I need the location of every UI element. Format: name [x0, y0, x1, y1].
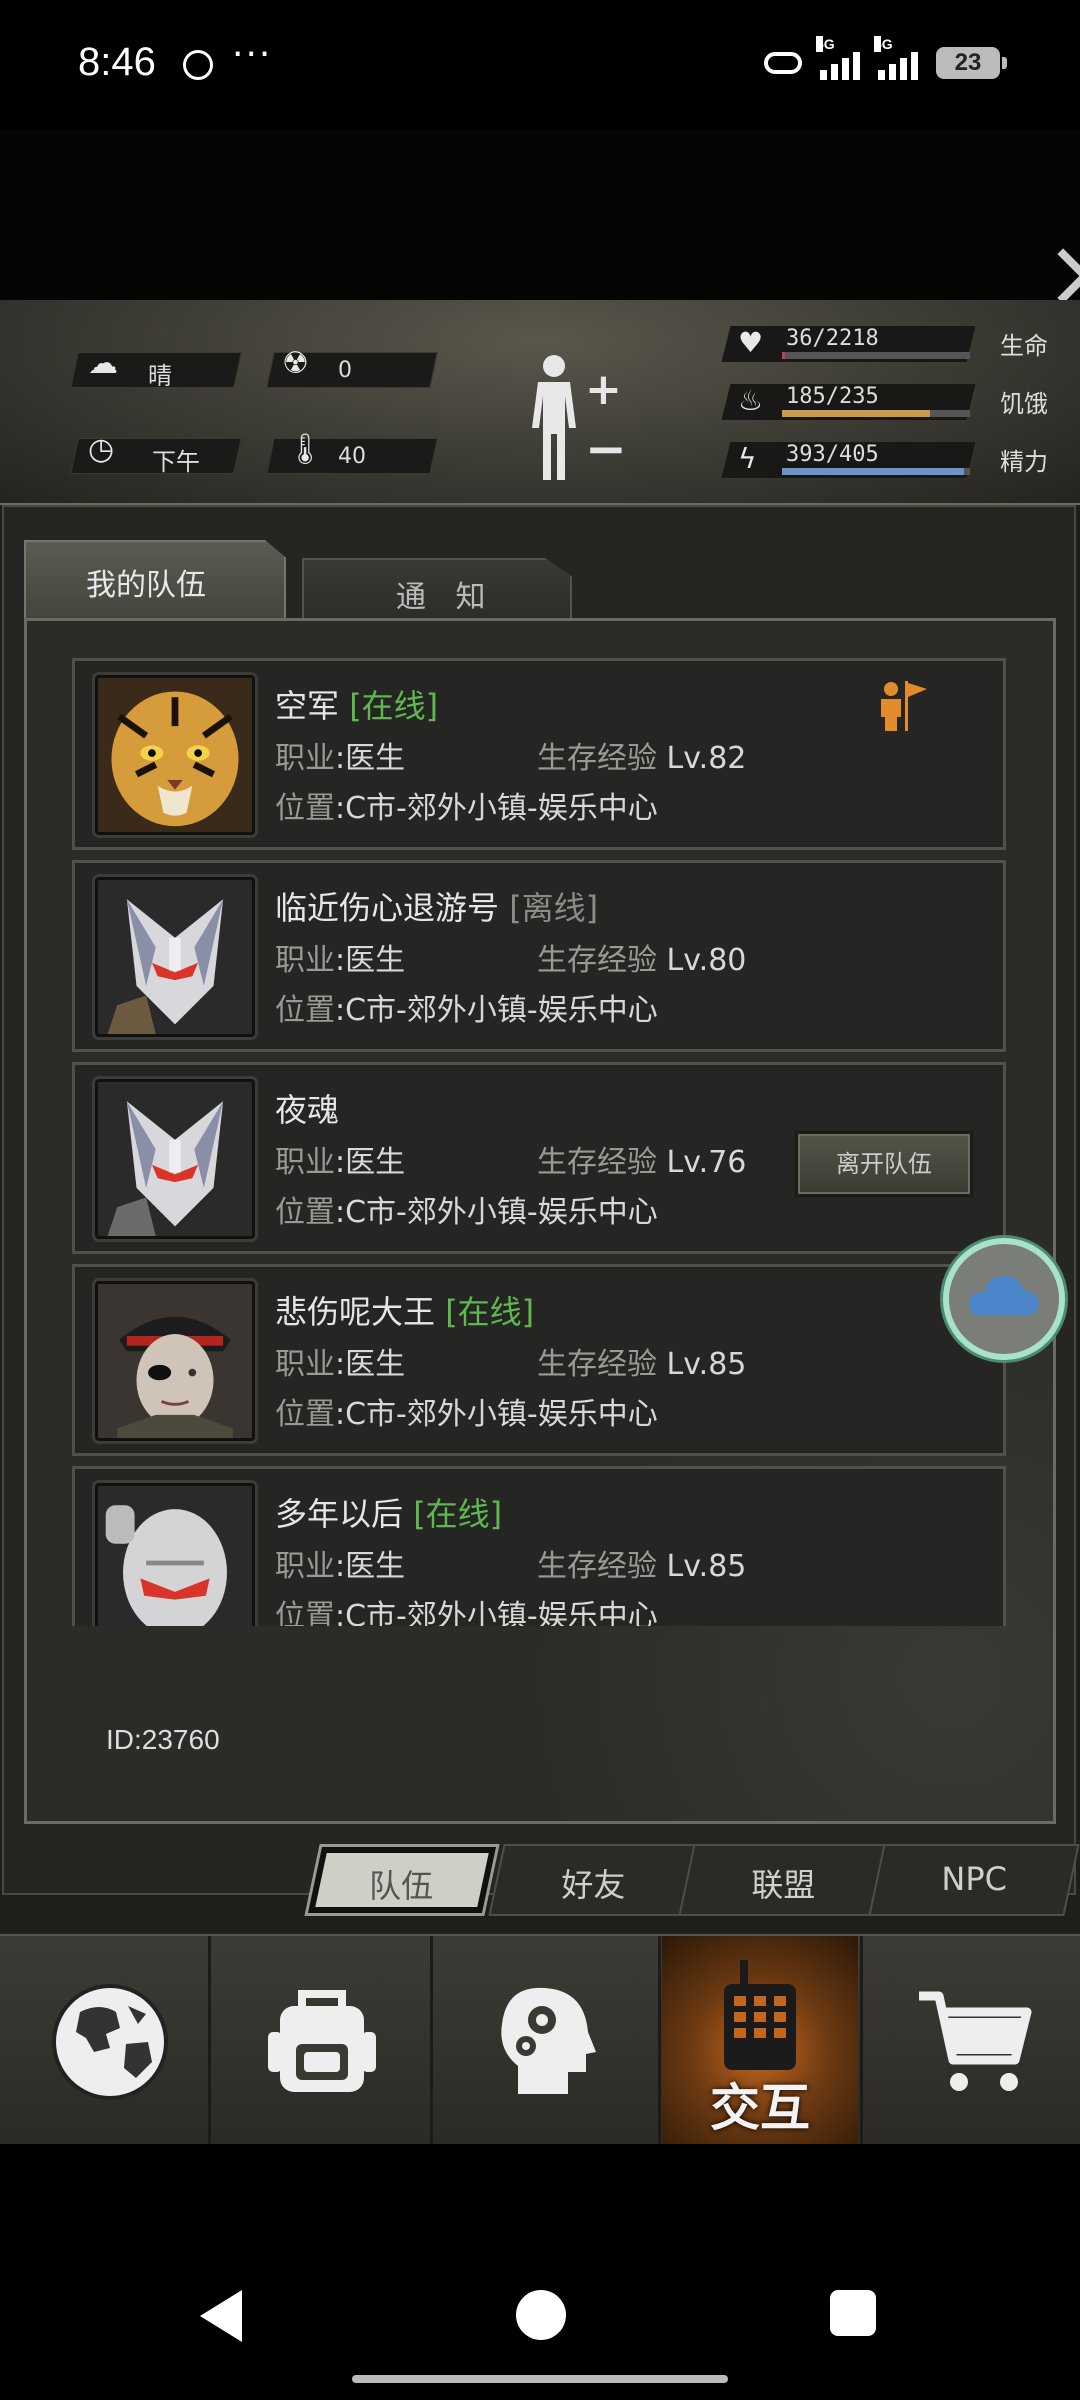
radiation-icon: ☢	[282, 346, 309, 381]
time-of-day-value: 下午	[152, 448, 200, 476]
signal-icon-1: 5G	[816, 36, 860, 80]
battery-icon: 23	[936, 47, 1007, 79]
member-location: 位置:C市-郊外小镇-娱乐中心	[275, 993, 658, 1028]
member-name: 多年以后 [在线]	[275, 1495, 503, 1533]
social-subtabs: 队伍 好友 联盟 NPC	[300, 1844, 1080, 1918]
status-bar: 8:46 ··· 5G 5G 23	[0, 0, 1080, 130]
member-exp: 生存经验 Lv.76	[537, 1145, 747, 1180]
nav-shop[interactable]	[880, 1936, 1076, 2146]
leave-team-button[interactable]: 离开队伍	[795, 1131, 973, 1197]
team-member-row[interactable]: 悲伤呢大王 [在线] 职业:医生 生存经验 Lv.85 位置:C市-郊外小镇-娱…	[72, 1264, 1006, 1456]
member-exp: 生存经验 Lv.85	[537, 1347, 747, 1382]
member-name: 空军 [在线]	[275, 687, 439, 725]
member-exp: 生存经验 Lv.82	[537, 741, 747, 776]
globe-icon	[52, 1984, 168, 2100]
avatar	[95, 1079, 255, 1239]
signal-icon-2: 5G	[874, 36, 918, 80]
thermometer-icon: 🌡︎	[286, 432, 325, 467]
team-member-row[interactable]: 夜魂 职业:医生 生存经验 Lv.76 位置:C市-郊外小镇-娱乐中心 离开队伍	[72, 1062, 1006, 1254]
member-name: 夜魂	[275, 1091, 340, 1129]
game-top-area	[0, 130, 1080, 300]
plus-icon: +	[585, 364, 622, 415]
link-icon	[764, 52, 802, 74]
member-job: 职业:医生	[275, 943, 406, 978]
home-icon[interactable]	[516, 2290, 566, 2340]
member-job: 职业:医生	[275, 1145, 406, 1180]
member-job: 职业:医生	[275, 1549, 406, 1584]
member-job: 职业:医生	[275, 1347, 406, 1382]
tab-my-team[interactable]: 我的队伍	[24, 540, 286, 620]
energy-stat: ϟ 393/405 精力	[720, 438, 1060, 484]
brain-energy-icon: ϟ	[738, 442, 757, 475]
clock-icon: ◷	[88, 432, 115, 467]
team-member-row[interactable]: 多年以后 [在线] 职业:医生 生存经验 Lv.85 位置:C市-郊外小镇-娱乐…	[72, 1466, 1006, 1626]
member-exp: 生存经验 Lv.85	[537, 1549, 747, 1584]
cloud-icon	[969, 1276, 1039, 1316]
stomach-icon: ♨	[738, 384, 764, 417]
system-nav-bar	[0, 2144, 1080, 2400]
bottom-nav: 交互	[0, 1934, 1080, 2146]
backpack-icon	[268, 1990, 376, 2092]
nav-skills[interactable]	[444, 1936, 640, 2146]
status-indicators: 5G 5G 23	[764, 36, 1007, 80]
member-name: 悲伤呢大王 [在线]	[275, 1293, 535, 1331]
radio-icon	[724, 1960, 796, 2070]
cart-icon	[919, 1991, 1032, 2091]
notification-icon	[183, 50, 213, 80]
member-status: [离线]	[509, 889, 599, 927]
avatar	[95, 877, 255, 1037]
subtab-friends[interactable]: 好友	[488, 1844, 700, 1916]
team-leader-flag-icon	[881, 681, 927, 731]
temperature-value: 40	[338, 444, 366, 469]
avatar	[95, 675, 255, 835]
member-status: [在线]	[445, 1293, 535, 1331]
weather-value: 晴	[148, 362, 172, 390]
team-member-row[interactable]: 临近伤心退游号 [离线] 职业:医生 生存经验 Lv.80 位置:C市-郊外小镇…	[72, 860, 1006, 1052]
nav-backpack[interactable]	[224, 1936, 420, 2146]
hunger-stat: ♨ 185/235 饥饿	[720, 380, 1060, 426]
subtab-alliance[interactable]: 联盟	[678, 1844, 890, 1916]
heart-icon: ♥	[738, 326, 764, 359]
avatar	[95, 1281, 255, 1441]
nav-world-map[interactable]	[12, 1936, 208, 2146]
team-member-row[interactable]: 空军 [在线] 职业:医生 生存经验 Lv.82 位置:C市-郊外小镇-娱乐中心	[72, 658, 1006, 850]
tab-notice[interactable]: 通 知	[302, 558, 572, 620]
body-status-icon[interactable]	[524, 352, 584, 482]
back-icon[interactable]	[200, 2290, 242, 2342]
minus-icon: −	[585, 420, 627, 478]
member-exp: 生存经验 Lv.80	[537, 943, 747, 978]
member-location: 位置:C市-郊外小镇-娱乐中心	[275, 1195, 658, 1230]
more-notifications-icon: ···	[232, 34, 273, 75]
nav-interact[interactable]: 交互	[662, 1936, 858, 2146]
recents-icon[interactable]	[830, 2290, 876, 2336]
member-name: 临近伤心退游号 [离线]	[275, 889, 599, 927]
member-status: [在线]	[349, 687, 439, 725]
weather-icon: ☁	[88, 346, 118, 381]
floating-cloud-button[interactable]	[943, 1238, 1065, 1360]
member-status: [在线]	[413, 1495, 503, 1533]
gesture-bar[interactable]	[352, 2375, 728, 2383]
member-location: 位置:C市-郊外小镇-娱乐中心	[275, 791, 658, 826]
member-location: 位置:C市-郊外小镇-娱乐中心	[275, 1397, 658, 1432]
member-job: 职业:医生	[275, 741, 406, 776]
skills-head-icon	[501, 1987, 596, 2094]
health-stat: ♥ 36/2218 生命	[720, 322, 1060, 368]
status-time: 8:46	[78, 40, 156, 84]
subtab-npc[interactable]: NPC	[868, 1844, 1080, 1916]
team-member-list[interactable]: 空军 [在线] 职业:医生 生存经验 Lv.82 位置:C市-郊外小镇-娱乐中心…	[72, 658, 1006, 1626]
player-id: ID:23760	[106, 1724, 220, 1755]
avatar	[95, 1483, 255, 1626]
subtab-team[interactable]: 队伍	[304, 1844, 500, 1916]
member-location: 位置:C市-郊外小镇-娱乐中心	[275, 1599, 658, 1626]
nav-interact-label: 交互	[710, 2079, 810, 2137]
radiation-value: 0	[338, 358, 352, 383]
